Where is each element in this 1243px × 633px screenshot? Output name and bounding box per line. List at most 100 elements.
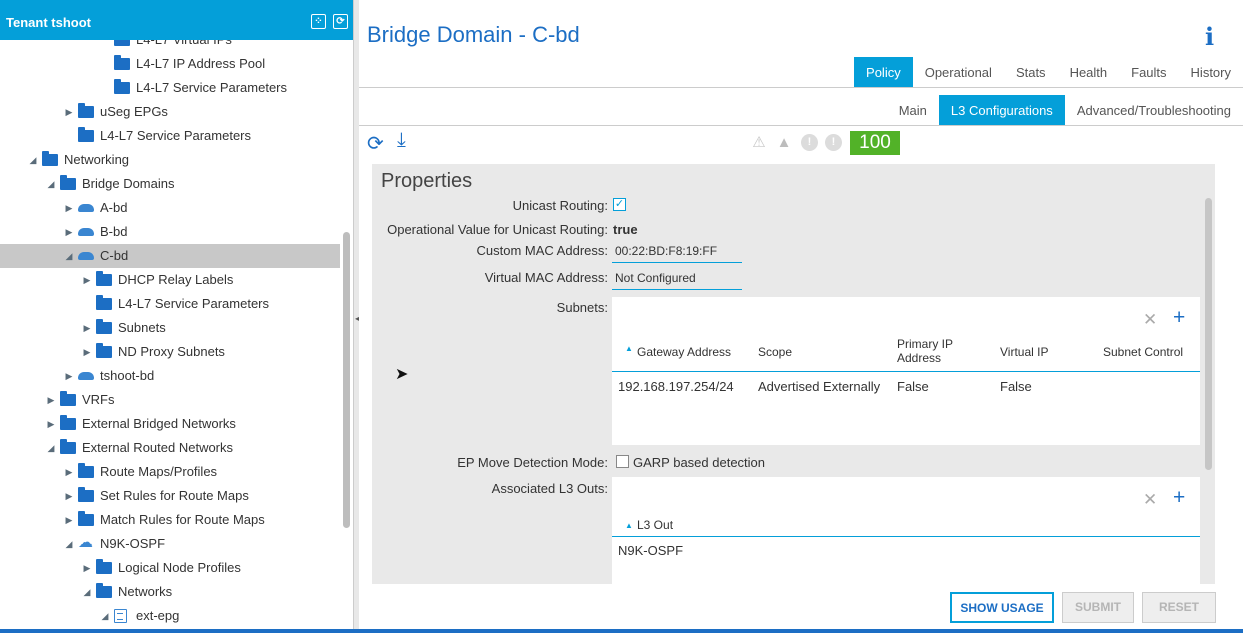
custom-mac-field[interactable]: 00:22:BD:F8:19:FF xyxy=(612,241,742,263)
folder-icon xyxy=(60,439,76,454)
tree-node[interactable]: L4-L7 Service Parameters xyxy=(0,124,340,148)
tab-faults[interactable]: Faults xyxy=(1119,57,1178,88)
refresh-icon[interactable]: ⟳ xyxy=(367,131,384,156)
delete-subnet-icon[interactable]: ✕ xyxy=(1143,310,1157,330)
major-fault-icon[interactable]: ▲ xyxy=(775,134,793,152)
subtab-advanced-troubleshooting[interactable]: Advanced/Troubleshooting xyxy=(1065,95,1243,126)
col-scope[interactable]: Scope xyxy=(758,345,792,359)
tree-node[interactable]: ▶ VRFs xyxy=(0,388,340,412)
collapsed-arrow-icon[interactable]: ▶ xyxy=(64,484,74,508)
warning-fault-icon[interactable]: ! xyxy=(825,134,842,151)
tree-node[interactable]: L4-L7 Service Parameters xyxy=(0,76,340,100)
tree-node[interactable]: ▶ A-bd xyxy=(0,196,340,220)
collapsed-arrow-icon[interactable]: ▶ xyxy=(64,220,74,244)
critical-fault-icon[interactable]: ⚠ xyxy=(750,134,768,152)
add-l3out-icon[interactable]: + xyxy=(1173,486,1185,510)
subtab-main[interactable]: Main xyxy=(887,95,939,126)
tab-stats[interactable]: Stats xyxy=(1004,57,1058,88)
collapsed-arrow-icon[interactable]: ▶ xyxy=(46,412,56,436)
tree-node[interactable]: ◢ Networking xyxy=(0,148,340,172)
collapsed-arrow-icon[interactable]: ▶ xyxy=(64,196,74,220)
folder-icon xyxy=(96,295,112,310)
tab-policy[interactable]: Policy xyxy=(854,57,913,88)
col-l3-out[interactable]: L3 Out xyxy=(637,518,673,532)
tree-node[interactable]: ▶ External Bridged Networks xyxy=(0,412,340,436)
tree-node[interactable]: ◢ ext-epg xyxy=(0,604,340,628)
collapsed-arrow-icon[interactable]: ▶ xyxy=(46,388,56,412)
expanded-arrow-icon[interactable]: ◢ xyxy=(82,580,92,604)
tree-node[interactable]: ▶ tshoot-bd xyxy=(0,364,340,388)
tree-node-label: Set Rules for Route Maps xyxy=(100,488,249,503)
expanded-arrow-icon[interactable]: ◢ xyxy=(100,604,110,628)
refresh-tree-icon[interactable]: ⟳ xyxy=(333,14,348,29)
folder-icon xyxy=(96,559,112,574)
collapsed-arrow-icon[interactable]: ▶ xyxy=(82,556,92,580)
tree-node[interactable]: ▶ B-bd xyxy=(0,220,340,244)
tree-node[interactable]: ▶ Subnets xyxy=(0,316,340,340)
health-score-badge[interactable]: 100 xyxy=(850,131,900,155)
minor-fault-icon[interactable]: ! xyxy=(801,134,818,151)
collapsed-arrow-icon[interactable]: ▶ xyxy=(82,340,92,364)
delete-l3out-icon[interactable]: ✕ xyxy=(1143,490,1157,510)
tree-node[interactable]: L4-L7 IP Address Pool xyxy=(0,52,340,76)
unicast-routing-checkbox[interactable]: ✓ xyxy=(613,198,626,211)
folder-icon xyxy=(96,343,112,358)
tree-node[interactable]: ▶ Route Maps/Profiles xyxy=(0,460,340,484)
collapsed-arrow-icon[interactable]: ▶ xyxy=(82,268,92,292)
folder-icon xyxy=(78,463,94,478)
expanded-arrow-icon[interactable]: ◢ xyxy=(46,172,56,196)
tree-node[interactable]: ▶ ND Proxy Subnets xyxy=(0,340,340,364)
l3outs-label: Associated L3 Outs: xyxy=(491,481,608,496)
col-primary-ip[interactable]: Primary IP Address xyxy=(897,337,967,365)
collapsed-arrow-icon[interactable]: ▶ xyxy=(64,100,74,124)
expanded-arrow-icon[interactable]: ◢ xyxy=(64,532,74,556)
col-gateway-address[interactable]: Gateway Address xyxy=(637,345,731,359)
show-usage-button[interactable]: SHOW USAGE xyxy=(950,592,1054,623)
tab-health[interactable]: Health xyxy=(1058,57,1120,88)
collapsed-arrow-icon[interactable]: ▶ xyxy=(64,508,74,532)
tree-node[interactable]: ▶ Set Rules for Route Maps xyxy=(0,484,340,508)
table-row[interactable]: N9K-OSPF xyxy=(612,538,1200,562)
tab-history[interactable]: History xyxy=(1179,57,1243,88)
sort-ascending-icon[interactable]: ▲ xyxy=(625,519,633,533)
col-virtual-ip[interactable]: Virtual IP xyxy=(1000,345,1048,359)
unicast-routing-label: Unicast Routing: xyxy=(512,198,608,213)
tree-node[interactable]: ◢ Bridge Domains xyxy=(0,172,340,196)
mouse-cursor-icon: ➤ xyxy=(395,366,409,383)
expanded-arrow-icon[interactable]: ◢ xyxy=(64,244,74,268)
collapsed-arrow-icon[interactable]: ▶ xyxy=(64,364,74,388)
subtab-l3-configurations[interactable]: L3 Configurations xyxy=(938,95,1065,126)
info-icon[interactable]: i xyxy=(1205,22,1214,51)
collapsed-arrow-icon[interactable]: ▶ xyxy=(82,316,92,340)
l3outs-table: ✕ + ▲ L3 Out N9K-OSPF xyxy=(612,477,1200,584)
expanded-arrow-icon[interactable]: ◢ xyxy=(28,148,38,172)
tree-node[interactable]: ▶ Match Rules for Route Maps xyxy=(0,508,340,532)
submit-button[interactable]: SUBMIT xyxy=(1062,592,1134,623)
collapsed-arrow-icon[interactable]: ▶ xyxy=(64,460,74,484)
folder-icon xyxy=(42,151,58,166)
tab-operational[interactable]: Operational xyxy=(913,57,1004,88)
add-subnet-icon[interactable]: + xyxy=(1173,306,1185,330)
tree-node[interactable]: L4-L7 Service Parameters xyxy=(0,292,340,316)
tree-node[interactable]: ◢ External Routed Networks xyxy=(0,436,340,460)
tree-scrollbar[interactable] xyxy=(343,232,350,528)
tree-node[interactable]: ▶ DHCP Relay Labels xyxy=(0,268,340,292)
folder-icon xyxy=(78,511,94,526)
download-icon[interactable]: ⤓ xyxy=(397,129,406,152)
tree-node[interactable]: ◢ Networks xyxy=(0,580,340,604)
properties-scrollbar[interactable] xyxy=(1205,198,1212,470)
garp-detection-checkbox[interactable] xyxy=(616,455,629,468)
virtual-mac-field[interactable]: Not Configured xyxy=(612,268,742,290)
tree-node[interactable]: ▶ uSeg EPGs xyxy=(0,100,340,124)
table-row[interactable]: 192.168.197.254/24 Advertised Externally… xyxy=(612,372,1200,400)
folder-icon xyxy=(114,79,130,94)
reset-button[interactable]: RESET xyxy=(1142,592,1216,623)
tree-node[interactable]: ◢ ☁ N9K-OSPF xyxy=(0,532,340,556)
tree-node[interactable]: ◢ C-bd xyxy=(0,244,340,268)
sort-ascending-icon[interactable]: ▲ xyxy=(625,342,633,356)
bridge-domain-icon xyxy=(78,372,94,380)
topology-icon[interactable]: ⁘ xyxy=(311,14,326,29)
col-subnet-control[interactable]: Subnet Control xyxy=(1103,345,1183,359)
tree-node[interactable]: ▶ Logical Node Profiles xyxy=(0,556,340,580)
expanded-arrow-icon[interactable]: ◢ xyxy=(46,436,56,460)
